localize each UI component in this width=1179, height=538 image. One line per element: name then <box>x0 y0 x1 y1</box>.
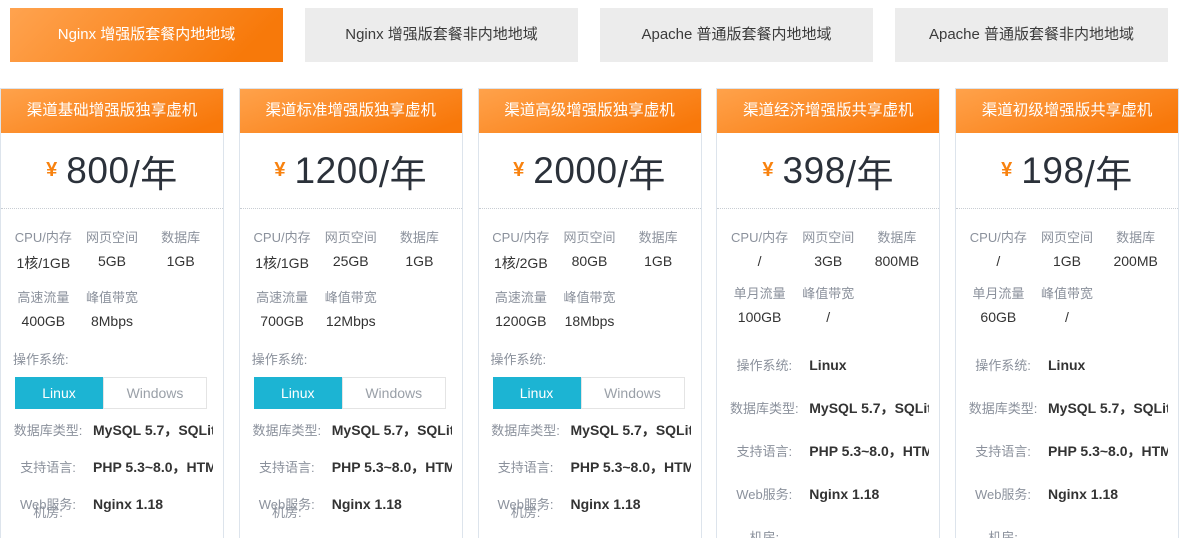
row-languages: 支持语言:PHP 5.3~8.0，HTM... <box>966 443 1168 460</box>
row-languages: 支持语言:PHP 5.3~8.0，HTM... <box>250 459 452 476</box>
spec-bandwidth: 峰值带宽18Mbps <box>555 287 624 329</box>
os-option-linux[interactable]: Linux <box>493 377 581 409</box>
pricing-cards-row: 渠道基础增强版独享虚机 ¥ 800 /年 CPU/内存1核/1GB 网页空间5G… <box>0 88 1179 538</box>
tab-apache-basic-non-mainland[interactable]: Apache 普通版套餐非内地地域 <box>895 8 1168 62</box>
price-amount: 198 <box>1021 150 1084 192</box>
spec-empty <box>624 287 693 329</box>
spec-grid: CPU/内存1核/1GB 网页空间5GB 数据库1GB 高速流量400GB 峰值… <box>1 209 223 341</box>
os-label: 操作系统: <box>479 341 701 377</box>
card-title: 渠道初级增强版共享虚机 <box>956 89 1178 133</box>
row-db-type: 数据库类型:MySQL 5.7，SQLite <box>250 422 452 439</box>
currency-symbol: ¥ <box>1001 159 1012 182</box>
pricing-card-standard: 渠道标准增强版独享虚机 ¥ 1200 /年 CPU/内存1核/1GB 网页空间2… <box>239 88 463 538</box>
row-db-type: 数据库类型:MySQL 5.7，SQLite <box>489 422 691 439</box>
price-block: ¥ 800 /年 <box>1 133 223 209</box>
os-toggle: Linux Windows <box>15 377 209 409</box>
pricing-card-entry: 渠道初级增强版共享虚机 ¥ 198 /年 CPU/内存/ 网页空间1GB 数据库… <box>955 88 1179 538</box>
tab-nginx-enhanced-mainland[interactable]: Nginx 增强版套餐内地地域 <box>10 8 283 62</box>
card-title: 渠道基础增强版独享虚机 <box>1 89 223 133</box>
price-amount: 2000 <box>533 150 617 192</box>
price-unit: /年 <box>379 144 427 198</box>
spec-traffic: 高速流量700GB <box>248 287 317 329</box>
os-label: 操作系统: <box>240 341 462 377</box>
spec-database: 数据库1GB <box>624 227 693 273</box>
row-web-service: Web服务:Nginx 1.18 <box>966 486 1168 503</box>
spec-empty <box>385 287 454 329</box>
card-title: 渠道经济增强版共享虚机 <box>717 89 939 133</box>
price-block: ¥ 398 /年 <box>717 133 939 209</box>
price-block: ¥ 198 /年 <box>956 133 1178 209</box>
os-toggle: Linux Windows <box>254 377 448 409</box>
price-block: ¥ 1200 /年 <box>240 133 462 209</box>
card-title: 渠道高级增强版独享虚机 <box>479 89 701 133</box>
spec-cpu: CPU/内存/ <box>964 227 1033 269</box>
price-unit: /年 <box>618 144 666 198</box>
spec-cpu: CPU/内存1核/2GB <box>487 227 556 273</box>
pricing-card-basic: 渠道基础增强版独享虚机 ¥ 800 /年 CPU/内存1核/1GB 网页空间5G… <box>0 88 224 538</box>
currency-symbol: ¥ <box>513 159 524 182</box>
spec-database: 数据库1GB <box>146 227 215 273</box>
spec-webspace: 网页空间80GB <box>555 227 624 273</box>
spec-bandwidth: 峰值带宽12Mbps <box>316 287 385 329</box>
pricing-card-economy: 渠道经济增强版共享虚机 ¥ 398 /年 CPU/内存/ 网页空间3GB 数据库… <box>716 88 940 538</box>
tab-nginx-enhanced-non-mainland[interactable]: Nginx 增强版套餐非内地地域 <box>305 8 578 62</box>
spec-grid: CPU/内存1核/2GB 网页空间80GB 数据库1GB 高速流量1200GB … <box>479 209 701 341</box>
os-option-linux[interactable]: Linux <box>254 377 342 409</box>
row-datacenter: 机房: <box>966 529 1168 538</box>
spec-traffic: 高速流量400GB <box>9 287 78 329</box>
os-option-windows[interactable]: Windows <box>103 377 207 409</box>
spec-empty <box>1101 283 1170 325</box>
pricing-card-advanced: 渠道高级增强版独享虚机 ¥ 2000 /年 CPU/内存1核/2GB 网页空间8… <box>478 88 702 538</box>
tab-apache-basic-mainland[interactable]: Apache 普通版套餐内地地域 <box>600 8 873 62</box>
price-unit: /年 <box>1085 144 1133 198</box>
spec-grid: CPU/内存1核/1GB 网页空间25GB 数据库1GB 高速流量700GB 峰… <box>240 209 462 341</box>
price-amount: 1200 <box>295 150 379 192</box>
price-unit: /年 <box>130 144 178 198</box>
spec-bandwidth: 峰值带宽/ <box>1033 283 1102 325</box>
row-os: 操作系统:Linux <box>727 357 929 374</box>
spec-cpu: CPU/内存1核/1GB <box>9 227 78 273</box>
os-label: 操作系统: <box>1 341 223 377</box>
currency-symbol: ¥ <box>762 159 773 182</box>
spec-traffic: 单月流量100GB <box>725 283 794 325</box>
spec-empty <box>863 283 932 325</box>
spec-bandwidth: 峰值带宽/ <box>794 283 863 325</box>
price-block: ¥ 2000 /年 <box>479 133 701 209</box>
price-amount: 800 <box>66 150 129 192</box>
spec-bandwidth: 峰值带宽8Mbps <box>78 287 147 329</box>
spec-traffic: 单月流量60GB <box>964 283 1033 325</box>
spec-webspace: 网页空间25GB <box>316 227 385 273</box>
currency-symbol: ¥ <box>46 159 57 182</box>
spec-database: 数据库200MB <box>1101 227 1170 269</box>
row-os: 操作系统:Linux <box>966 357 1168 374</box>
spec-empty <box>146 287 215 329</box>
os-option-windows[interactable]: Windows <box>581 377 685 409</box>
spec-database: 数据库1GB <box>385 227 454 273</box>
spec-webspace: 网页空间1GB <box>1033 227 1102 269</box>
row-db-type: 数据库类型:MySQL 5.7，SQLite <box>727 400 929 417</box>
spec-grid: CPU/内存/ 网页空间1GB 数据库200MB 单月流量60GB 峰值带宽/ <box>956 209 1178 337</box>
os-toggle: Linux Windows <box>493 377 687 409</box>
spec-webspace: 网页空间5GB <box>78 227 147 273</box>
row-languages: 支持语言:PHP 5.3~8.0，HTM... <box>489 459 691 476</box>
row-db-type: 数据库类型:MySQL 5.7，SQLite <box>11 422 213 439</box>
spec-traffic: 高速流量1200GB <box>487 287 556 329</box>
spec-database: 数据库800MB <box>863 227 932 269</box>
row-db-type: 数据库类型:MySQL 5.7，SQLite <box>966 400 1168 417</box>
spec-webspace: 网页空间3GB <box>794 227 863 269</box>
row-languages: 支持语言:PHP 5.3~8.0，HTM... <box>11 459 213 476</box>
os-option-windows[interactable]: Windows <box>342 377 446 409</box>
row-datacenter: 机房: <box>727 529 929 538</box>
price-amount: 398 <box>783 150 846 192</box>
row-languages: 支持语言:PHP 5.3~8.0，HTM... <box>727 443 929 460</box>
spec-cpu: CPU/内存/ <box>725 227 794 269</box>
currency-symbol: ¥ <box>274 159 285 182</box>
plan-tab-bar: Nginx 增强版套餐内地地域 Nginx 增强版套餐非内地地域 Apache … <box>0 0 1179 62</box>
row-web-service: Web服务:Nginx 1.18 <box>727 486 929 503</box>
spec-grid: CPU/内存/ 网页空间3GB 数据库800MB 单月流量100GB 峰值带宽/ <box>717 209 939 337</box>
card-title: 渠道标准增强版独享虚机 <box>240 89 462 133</box>
spec-cpu: CPU/内存1核/1GB <box>248 227 317 273</box>
os-option-linux[interactable]: Linux <box>15 377 103 409</box>
price-unit: /年 <box>846 144 894 198</box>
